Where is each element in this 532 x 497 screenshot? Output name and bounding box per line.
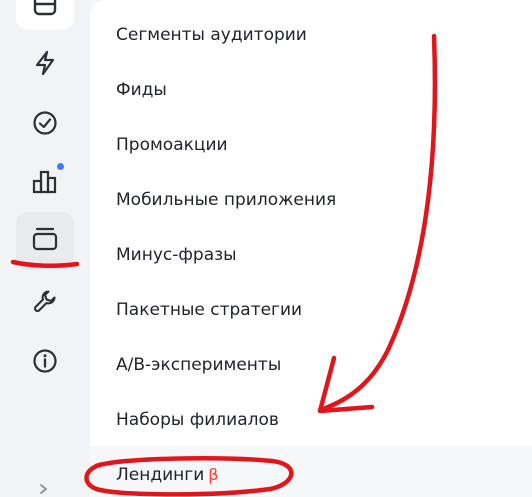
menu-item-ab-experiments[interactable]: A/B-эксперименты [116,349,281,381]
page: Сегменты аудитории Фиды Промоакции Мобил… [0,0,532,497]
info-icon [32,348,58,374]
check-circle-icon [32,110,58,136]
sidebar-rail [0,0,90,497]
library-menu: Сегменты аудитории Фиды Промоакции Мобил… [90,0,532,497]
library-icon [31,225,59,257]
notification-dot [57,163,64,170]
beta-badge: β [208,465,219,484]
menu-item-branch-sets[interactable]: Наборы филиалов [116,404,279,436]
menu-item-landings-label: Лендинги [116,465,205,485]
sidebar-item-lightning[interactable] [30,48,60,78]
menu-item-package-strategies[interactable]: Пакетные стратегии [116,294,302,326]
sidebar-item-check[interactable] [30,108,60,138]
menu-item-promotions[interactable]: Промоакции [116,129,228,161]
expand-chevron-icon[interactable] [38,480,50,494]
sidebar-item-tools[interactable] [30,286,60,316]
menu-item-audience-segments[interactable]: Сегменты аудитории [116,19,307,51]
menu-item-landings[interactable]: Лендинги β [116,459,218,491]
lightning-icon [33,50,57,76]
sidebar-item-cards[interactable] [16,0,74,30]
cards-icon [32,0,58,24]
sidebar-item-info[interactable] [30,346,60,376]
menu-item-feeds[interactable]: Фиды [116,74,167,106]
bar-chart-icon [31,167,59,195]
menu-item-mobile-apps[interactable]: Мобильные приложения [116,184,336,216]
sidebar-item-library[interactable] [16,212,74,270]
menu-item-negative-keywords[interactable]: Минус-фразы [116,239,237,271]
sidebar-item-stats[interactable] [30,163,64,196]
wrench-icon [31,287,59,315]
